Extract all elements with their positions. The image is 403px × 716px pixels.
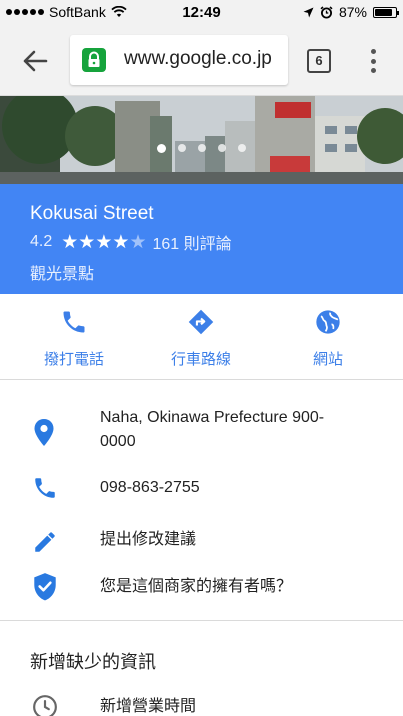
location-arrow-icon: [303, 7, 314, 17]
street-photo-image: [0, 96, 403, 184]
address-text: Naha, Okinawa Prefecture 900- 0000: [100, 409, 325, 450]
back-arrow-icon: [23, 50, 48, 72]
website-label: 網站: [312, 351, 343, 368]
back-button[interactable]: [20, 48, 50, 74]
star-filled-icon: ★: [95, 231, 113, 253]
address-bar[interactable]: www.google.co.jp: [70, 35, 288, 85]
verified-shield-icon: [34, 573, 56, 601]
battery-icon: [373, 6, 399, 18]
rating-stars: ★★★★★: [61, 231, 146, 254]
add-hours-row[interactable]: 新增營業時間: [0, 692, 403, 716]
address-row[interactable]: Naha, Okinawa Prefecture 900- 0000: [0, 404, 403, 464]
carousel-dot[interactable]: [178, 144, 186, 152]
phone-icon: [35, 478, 55, 498]
directions-button[interactable]: 行車路線: [146, 308, 256, 369]
missing-info-title: 新增缺少的資訊: [30, 652, 156, 672]
status-right: 87%: [303, 4, 399, 20]
alarm-icon: [320, 5, 333, 18]
carousel-dot[interactable]: [218, 144, 226, 152]
place-title: Kokusai Street: [30, 203, 154, 224]
star-filled-icon: ★: [61, 231, 79, 253]
phone-icon: [63, 311, 85, 333]
globe-icon: [316, 310, 340, 334]
directions-icon: [188, 309, 214, 335]
rating-value: 4.2: [30, 233, 53, 250]
own-business-row[interactable]: 您是這個商家的擁有者嗎？: [0, 570, 403, 606]
review-count: 161 則評論: [152, 236, 232, 253]
clock-icon: [33, 695, 57, 716]
tab-switcher-button[interactable]: 6: [307, 49, 331, 73]
website-button[interactable]: 網站: [273, 308, 383, 369]
place-category: 觀光景點: [30, 266, 95, 283]
place-header: Kokusai Street 4.2 ★★★★★ 161 則評論 觀光景點: [0, 184, 403, 294]
carousel-dot[interactable]: [198, 144, 206, 152]
status-bar: SoftBank 12:49 87%: [0, 0, 403, 26]
lock-icon: [82, 48, 106, 72]
pencil-icon: [35, 532, 55, 552]
star-empty-icon: ★: [129, 231, 147, 253]
browser-toolbar: www.google.co.jp 6: [0, 26, 403, 96]
own-business-text: 您是這個商家的擁有者嗎？: [100, 578, 293, 595]
overflow-menu-button[interactable]: [363, 47, 383, 75]
location-pin-icon: [34, 419, 54, 446]
rating-row[interactable]: 4.2 ★★★★★ 161 則評論: [30, 230, 232, 254]
carousel-dots[interactable]: [0, 144, 403, 153]
call-label: 撥打電話: [43, 351, 104, 368]
suggest-edit-text: 提出修改建議: [100, 531, 197, 548]
phone-row[interactable]: 098-863-2755: [0, 472, 403, 508]
add-hours-text: 新增營業時間: [100, 698, 197, 715]
suggest-edit-row[interactable]: 提出修改建議: [0, 524, 403, 560]
phone-text: 098-863-2755: [100, 479, 200, 496]
star-filled-icon: ★: [78, 231, 96, 253]
call-button[interactable]: 撥打電話: [19, 308, 129, 369]
directions-label: 行車路線: [170, 351, 231, 368]
action-bar: 撥打電話 行車路線 網站: [0, 294, 403, 380]
carousel-dot[interactable]: [157, 144, 166, 153]
battery-percent: 87%: [338, 4, 367, 20]
url-text: www.google.co.jp: [124, 48, 272, 69]
place-photo[interactable]: [0, 96, 403, 184]
star-filled-icon: ★: [112, 231, 130, 253]
carousel-dot[interactable]: [238, 144, 246, 152]
section-divider: [0, 620, 403, 621]
